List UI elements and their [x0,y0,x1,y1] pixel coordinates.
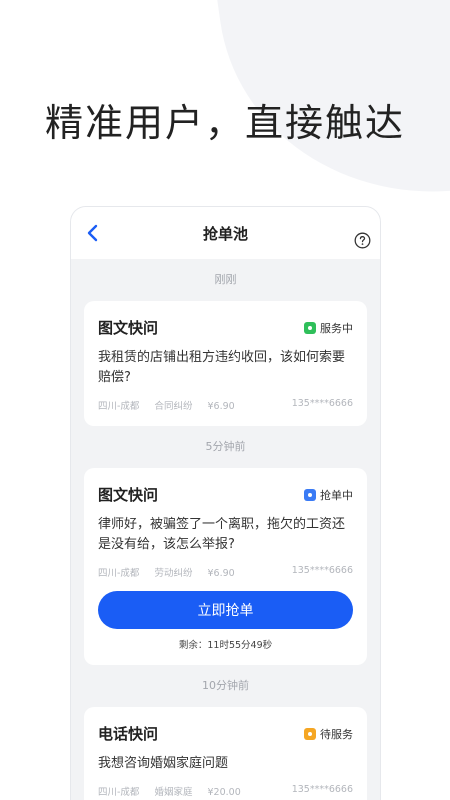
order-card[interactable]: 电话快问 待服务 我想咨询婚姻家庭问题 四川-成都 婚姻家庭 ¥20.00 13… [84,707,367,800]
status-badge: 抢单中 [304,487,353,503]
back-arrow-icon[interactable] [83,223,103,243]
question-text: 我想咨询婚姻家庭问题 [98,756,229,771]
time-label: 5分钟前 [205,440,246,453]
order-card[interactable]: 图文快问 服务中 我租赁的店铺出租方违约收回，该如何索要赔偿? 四川-成都 合同… [84,301,367,426]
card-title: 图文快问 [98,486,159,504]
phone-number: 135****6666 [291,398,353,409]
status-icon [304,727,316,740]
price: ¥6.90 [207,401,235,412]
page-title: 抢单池 [202,224,248,243]
navbar: 抢单池 [71,207,380,259]
price: ¥6.90 [207,568,235,579]
help-icon[interactable] [354,232,371,249]
status-text: 服务中 [320,321,353,335]
location: 四川-成都 [98,787,140,798]
card-title: 图文快问 [98,319,159,337]
remaining-time: 剩余：11时55分49秒 [178,640,273,651]
grab-order-button[interactable]: 立即抢单 [98,591,353,629]
time-label: 10分钟前 [202,679,249,692]
phone-number: 135****6666 [291,784,353,795]
location: 四川-成都 [98,401,140,412]
location: 四川-成都 [98,568,140,579]
phone-mockup: 抢单池 刚刚 图文快问 服务中 我租赁的店铺出租方违约收回，该如何索要赔偿? 四… [70,206,381,800]
category: 劳动纠纷 [154,568,193,579]
card-meta: 四川-成都 劳动纠纷 ¥6.90 135****6666 [98,565,353,579]
phone-number: 135****6666 [291,565,353,576]
status-icon [304,321,316,334]
time-label: 刚刚 [214,273,237,286]
card-meta: 四川-成都 合同纠纷 ¥6.90 135****6666 [98,398,353,412]
status-badge: 服务中 [304,320,353,336]
order-card[interactable]: 图文快问 抢单中 律师好，被骗签了一个离职，拖欠的工资还是没有给，该怎么举报? … [84,468,367,665]
category: 合同纠纷 [154,401,193,412]
headline: 精准用户，直接触达 [44,101,405,145]
card-title: 电话快问 [98,725,159,743]
category: 婚姻家庭 [154,787,193,798]
price: ¥20.00 [207,787,241,798]
question-text: 律师好，被骗签了一个离职，拖欠的工资还是没有给，该怎么举报? [98,517,346,552]
question-text: 我租赁的店铺出租方违约收回，该如何索要赔偿? [98,350,346,385]
status-icon [304,488,316,501]
status-badge: 待服务 [304,726,353,742]
status-text: 待服务 [320,727,353,741]
card-meta: 四川-成都 婚姻家庭 ¥20.00 135****6666 [98,784,353,798]
status-text: 抢单中 [320,488,353,502]
